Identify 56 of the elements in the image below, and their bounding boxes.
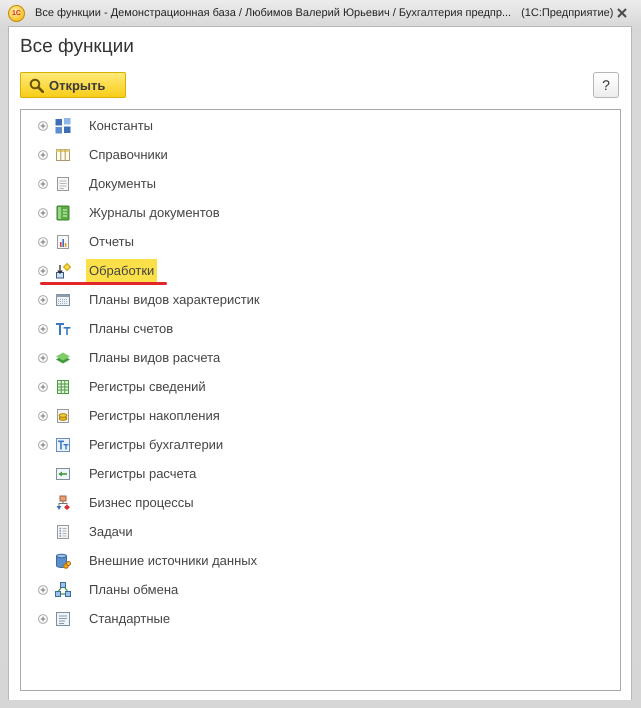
expand-icon[interactable] (38, 324, 48, 334)
expand-icon[interactable] (38, 208, 48, 218)
layers-icon (55, 350, 71, 366)
framed-t-icon (55, 436, 71, 452)
grid-table-icon (55, 292, 71, 308)
expand-icon[interactable] (38, 150, 48, 160)
expand-icon[interactable] (38, 236, 48, 246)
expand-icon[interactable] (38, 120, 48, 130)
journal-icon (55, 204, 71, 220)
tree-item[interactable]: Регистры сведений (86, 375, 209, 398)
open-button[interactable]: Открыть (20, 72, 126, 98)
tree-item[interactable]: Стандартные (86, 607, 174, 630)
tree-item[interactable]: Журналы документов (86, 201, 223, 224)
expand-icon[interactable] (38, 382, 48, 392)
tree-item[interactable]: Внешние источники данных (86, 549, 260, 572)
table-columns-icon (55, 146, 71, 162)
tree-item[interactable]: Константы (86, 114, 156, 137)
box-diamond-icon (55, 262, 71, 278)
tree-item[interactable]: Планы счетов (86, 317, 176, 340)
task-list-icon (55, 524, 71, 540)
expand-icon[interactable] (38, 410, 48, 420)
blocks-icon (55, 118, 71, 134)
tree-item[interactable]: Задачи (86, 520, 136, 543)
help-button[interactable]: ? (593, 72, 619, 98)
expand-icon[interactable] (38, 584, 48, 594)
close-icon[interactable] (617, 8, 627, 18)
tree-item[interactable]: Планы видов характеристик (86, 288, 263, 311)
tree-item[interactable]: Регистры бухгалтерии (86, 433, 226, 456)
document-icon (55, 176, 71, 192)
expand-icon[interactable] (38, 294, 48, 304)
expand-icon[interactable] (38, 266, 48, 276)
tree-item[interactable]: Планы видов расчета (86, 346, 224, 369)
tree-item[interactable]: Регистры накопления (86, 404, 223, 427)
coins-icon (55, 408, 71, 424)
expand-icon[interactable] (38, 440, 48, 450)
tree-item[interactable]: Документы (86, 172, 160, 195)
expand-icon[interactable] (38, 178, 48, 188)
app-name: (1С:Предприятие) (521, 7, 614, 19)
tree-item[interactable]: Бизнес процессы (86, 491, 197, 514)
tree-item[interactable]: Регистры расчета (86, 462, 200, 485)
tree-item[interactable]: Обработки (86, 259, 158, 282)
flowchart-icon (55, 494, 71, 510)
double-t-icon (55, 320, 71, 336)
grid-icon (55, 378, 71, 394)
window-title: Все функции - Демонстрационная база / Любимов Валерий Юрьевич / Бухгалтерия предпр... (35, 7, 512, 19)
exchange-nodes-icon (55, 582, 71, 598)
expand-icon[interactable] (38, 352, 48, 362)
tree-item[interactable]: Справочники (86, 143, 171, 166)
expand-icon[interactable] (38, 614, 48, 624)
tree-item[interactable]: Планы обмена (86, 578, 182, 601)
report-chart-icon (55, 234, 71, 250)
list-page-icon (55, 610, 71, 626)
tree-item[interactable]: Отчеты (86, 230, 137, 253)
page-heading: Все функции (20, 35, 135, 59)
database-icon (55, 552, 71, 568)
search-icon (29, 78, 44, 92)
